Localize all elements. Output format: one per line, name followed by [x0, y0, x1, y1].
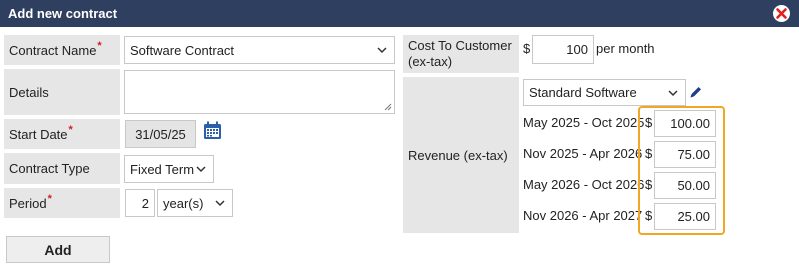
chevron-down-icon [377, 47, 387, 54]
details-label-text: Details [9, 84, 49, 100]
contract-name-label: Contract Name * [4, 35, 120, 65]
start-date-input[interactable]: 31/05/25 [125, 120, 196, 148]
period-count-value: 2 [141, 195, 149, 211]
period-unit-select[interactable]: year(s) [157, 189, 233, 217]
required-mark: * [68, 124, 73, 136]
add-button-label: Add [44, 241, 72, 258]
resize-grip-icon[interactable] [382, 101, 392, 111]
cost-label-line2: (ex-tax) [408, 54, 453, 69]
revenue-amounts-highlight [638, 106, 725, 235]
period-label-text: Period [9, 195, 47, 211]
revenue-period: May 2025 - Oct 2025 [523, 115, 645, 130]
revenue-period: Nov 2025 - Apr 2026 [523, 146, 643, 161]
calendar-icon[interactable] [203, 121, 222, 140]
contract-type-select[interactable]: Fixed Term [124, 155, 214, 183]
details-label: Details [4, 69, 120, 115]
period-unit-value: year(s) [163, 195, 204, 211]
cost-value: 100 [566, 42, 588, 57]
period-label: Period * [4, 188, 120, 218]
required-mark: * [47, 193, 52, 205]
add-button[interactable]: Add [6, 236, 110, 263]
start-date-label-text: Start Date [9, 126, 68, 142]
period-count-input[interactable]: 2 [125, 189, 155, 217]
contract-name-label-text: Contract Name [9, 42, 97, 58]
pencil-icon[interactable] [689, 85, 703, 99]
currency-symbol: $ [523, 41, 531, 56]
revenue-period: Nov 2026 - Apr 2027 [523, 208, 643, 223]
cost-input[interactable]: 100 [532, 35, 594, 64]
dialog-titlebar: Add new contract [0, 0, 799, 27]
start-date-value: 31/05/25 [135, 126, 186, 142]
contract-type-label: Contract Type [4, 153, 120, 184]
close-icon[interactable] [773, 5, 790, 22]
revenue-period: May 2026 - Oct 2026 [523, 177, 645, 192]
contract-type-label-text: Contract Type [9, 161, 90, 176]
chevron-down-icon [215, 200, 225, 207]
cost-label-line1: Cost To Customer [408, 38, 512, 53]
cost-unit: per month [596, 41, 655, 56]
chevron-down-icon [196, 166, 206, 173]
product-value: Standard Software [529, 85, 637, 100]
chevron-down-icon [668, 89, 678, 96]
contract-name-select[interactable]: Software Contract [124, 36, 395, 64]
product-select[interactable]: Standard Software [523, 79, 686, 106]
revenue-label-text: Revenue (ex-tax) [408, 147, 508, 163]
required-mark: * [97, 40, 102, 52]
contract-type-value: Fixed Term [130, 161, 195, 177]
details-textarea[interactable] [124, 70, 395, 114]
contract-name-value: Software Contract [130, 42, 235, 58]
start-date-label: Start Date * [4, 119, 120, 149]
dialog-title: Add new contract [8, 6, 118, 21]
cost-to-customer-label: Cost To Customer (ex-tax) [403, 35, 519, 73]
revenue-label: Revenue (ex-tax) [403, 77, 519, 233]
